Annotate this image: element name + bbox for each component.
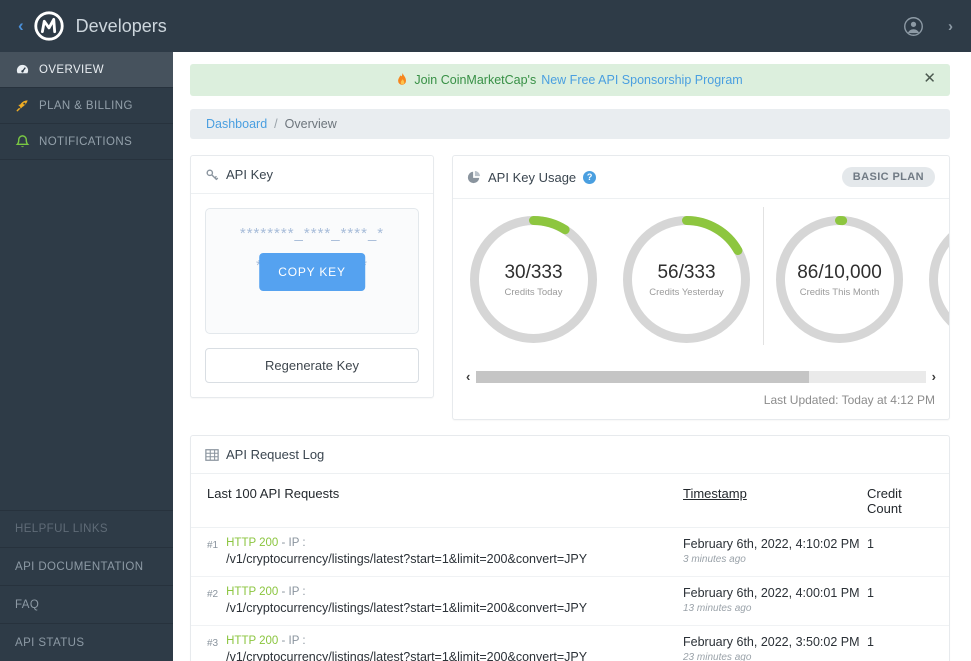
api-key-card: API Key ********_****_****_* ***_*******…	[190, 155, 434, 398]
credit-count: 1	[867, 635, 874, 649]
usage-donut-carousel: 30/333 Credits Today 56/333 Credits Yesterd…	[453, 199, 949, 359]
sidebar-link-faq[interactable]: FAQ	[0, 585, 173, 623]
close-icon[interactable]: ✕	[923, 70, 936, 88]
sidebar-section-helpful-links: HELPFUL LINKS	[0, 510, 173, 547]
plan-badge: BASIC PLAN	[841, 167, 935, 187]
table-icon	[205, 448, 219, 461]
request-path: /v1/cryptocurrency/listings/latest?start…	[226, 552, 588, 566]
breadcrumb-current: Overview	[284, 117, 337, 131]
sidebar-item-label: PLAN & BILLING	[39, 99, 133, 112]
request-path: /v1/cryptocurrency/listings/latest?start…	[226, 650, 588, 661]
sidebar-link-api-documentation[interactable]: API DOCUMENTATION	[0, 547, 173, 585]
masked-api-key-box: ********_****_****_* ***_************ CO…	[205, 208, 419, 334]
request-timestamp: February 6th, 2022, 4:10:02 PM	[683, 537, 860, 551]
request-timestamp: February 6th, 2022, 3:50:02 PM	[683, 635, 860, 649]
gauge-icon	[15, 62, 30, 77]
ip-label: - IP :	[281, 586, 306, 598]
app-title: Developers	[75, 15, 167, 36]
usage-donut-partial	[929, 216, 949, 343]
rocket-icon	[15, 98, 30, 113]
log-table-row: #1 HTTP 200 - IP : /v1/cryptocurrency/list…	[191, 528, 949, 577]
banner-link[interactable]: New Free API Sponsorship Program	[541, 73, 742, 87]
sidebar-item-label: OVERVIEW	[39, 63, 104, 76]
usage-donut-credits-today: 30/333 Credits Today	[470, 216, 597, 343]
copy-key-button[interactable]: COPY KEY	[259, 253, 365, 291]
request-log-title: API Request Log	[226, 447, 325, 462]
breadcrumb: Dashboard / Overview	[190, 109, 950, 139]
credit-count: 1	[867, 537, 874, 551]
sidebar-item-label: NOTIFICATIONS	[39, 135, 133, 148]
sidebar-link-api-status[interactable]: API STATUS	[0, 623, 173, 661]
usage-donut-credits-yesterday: 56/333 Credits Yesterday	[623, 216, 750, 343]
api-request-log-card: API Request Log Last 100 API Requests Ti…	[190, 435, 950, 661]
usage-donut-credits-this-month: 86/10,000 Credits This Month	[776, 216, 903, 343]
sponsorship-banner: Join CoinMarketCap's New Free API Sponso…	[190, 64, 950, 96]
coinmarketcap-logo-icon	[34, 11, 64, 41]
donut-value: 86/10,000	[797, 261, 882, 283]
request-path: /v1/cryptocurrency/listings/latest?start…	[226, 601, 588, 615]
row-index: #2	[207, 589, 219, 600]
breadcrumb-dashboard-link[interactable]: Dashboard	[206, 117, 267, 131]
main-content: Join CoinMarketCap's New Free API Sponso…	[173, 52, 971, 661]
user-avatar-icon[interactable]	[903, 16, 924, 37]
donut-label: Credits This Month	[799, 286, 880, 298]
sidebar-item-notifications[interactable]: NOTIFICATIONS	[0, 124, 173, 160]
credit-count: 1	[867, 586, 874, 600]
scroll-right-icon[interactable]: ›	[932, 370, 936, 383]
sidebar-item-plan-billing[interactable]: PLAN & BILLING	[0, 88, 173, 124]
regenerate-key-button[interactable]: Regenerate Key	[205, 348, 419, 383]
request-timestamp: February 6th, 2022, 4:00:01 PM	[683, 586, 860, 600]
request-relative-time: 3 minutes ago	[683, 554, 746, 565]
scrollbar-thumb[interactable]	[476, 371, 809, 383]
usage-card-title: API Key Usage	[488, 169, 577, 185]
log-table-row: #2 HTTP 200 - IP : /v1/cryptocurrency/list…	[191, 577, 949, 626]
usage-scrollbar: ‹ ›	[466, 370, 936, 383]
http-status: HTTP 200	[226, 586, 279, 598]
api-key-card-title: API Key	[226, 167, 273, 182]
key-icon	[206, 168, 219, 180]
back-chevron-icon[interactable]: ‹	[18, 16, 24, 36]
log-table-row: #3 HTTP 200 - IP : /v1/cryptocurrency/list…	[191, 626, 949, 661]
flame-icon	[398, 73, 407, 85]
donut-label: Credits Today	[504, 286, 563, 298]
masked-key-line-1: ********_****_****_*	[239, 225, 385, 242]
bell-icon	[15, 134, 30, 149]
ip-label: - IP :	[281, 635, 306, 647]
breadcrumb-separator: /	[274, 117, 278, 131]
request-relative-time: 13 minutes ago	[683, 603, 752, 614]
row-index: #3	[207, 638, 219, 649]
col-last-100-requests: Last 100 API Requests	[207, 486, 340, 501]
pie-chart-icon	[467, 170, 481, 184]
banner-text: Join CoinMarketCap's	[414, 73, 537, 87]
scrollbar-track[interactable]	[476, 371, 926, 383]
top-navbar: ‹ Developers ›	[0, 0, 971, 52]
sidebar: OVERVIEW PLAN & BILLING NOTIFICATIONS HELP…	[0, 52, 173, 661]
donut-divider	[763, 207, 764, 345]
ip-label: - IP :	[281, 537, 306, 549]
api-key-usage-card: API Key Usage ? BASIC PLAN 30/333 Credits…	[452, 155, 950, 420]
request-relative-time: 23 minutes ago	[683, 652, 752, 661]
forward-chevron-icon[interactable]: ›	[948, 18, 953, 35]
col-credit-count: Credit Count	[867, 486, 902, 516]
donut-value: 30/333	[504, 261, 563, 283]
http-status: HTTP 200	[226, 537, 279, 549]
last-updated-text: Last Updated: Today at 4:12 PM	[763, 393, 935, 407]
http-status: HTTP 200	[226, 635, 279, 647]
scroll-left-icon[interactable]: ‹	[466, 370, 470, 383]
col-timestamp-sort[interactable]: Timestamp	[683, 486, 867, 501]
sidebar-item-overview[interactable]: OVERVIEW	[0, 52, 173, 88]
help-icon[interactable]: ?	[583, 170, 597, 184]
log-table-header: Last 100 API Requests Timestamp Credit C…	[191, 474, 949, 528]
row-index: #1	[207, 540, 219, 551]
donut-value: 56/333	[657, 261, 716, 283]
donut-label: Credits Yesterday	[649, 286, 724, 298]
